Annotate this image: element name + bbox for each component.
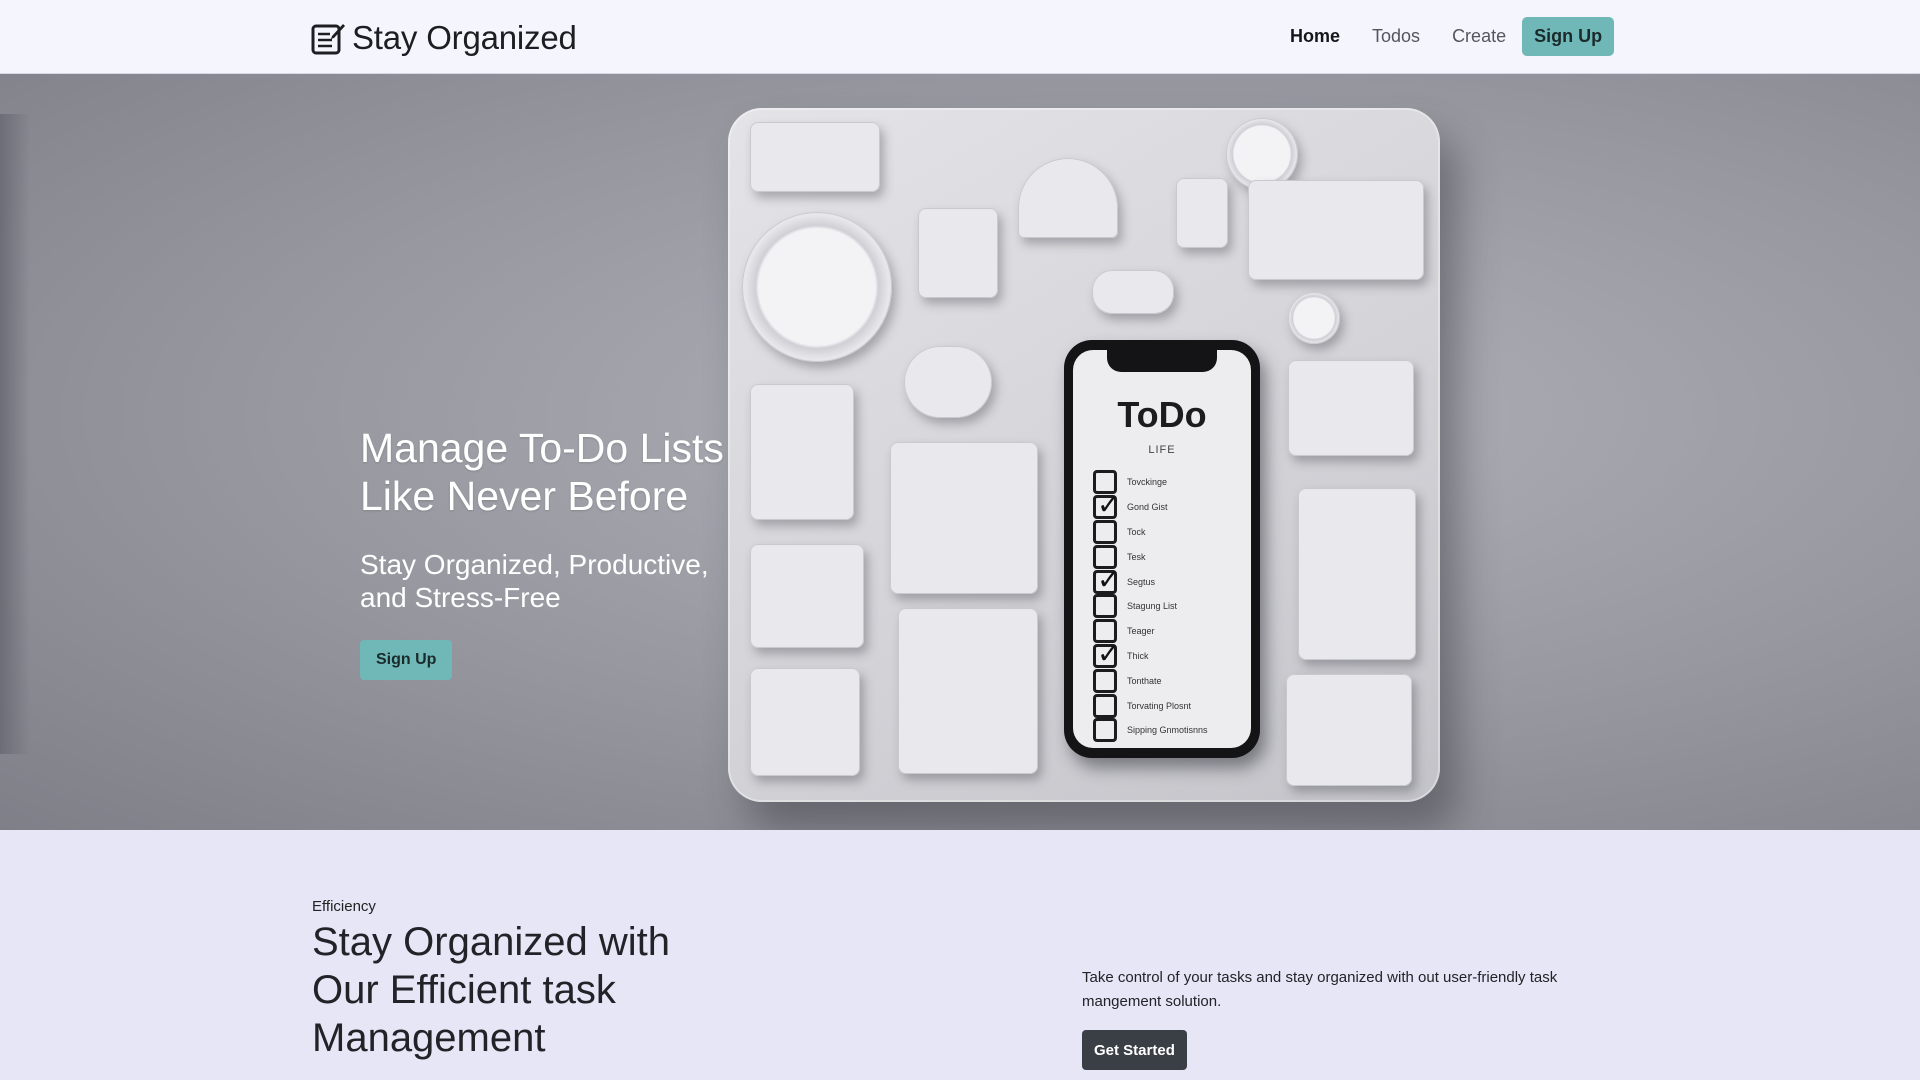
hero-copy: Manage To-Do Lists Like Never Before Sta… — [360, 424, 760, 680]
phone-todo-item-text: Stagung List — [1127, 601, 1178, 612]
phone-todo-item-text: Thick — [1127, 650, 1149, 661]
phone-todo-item: Sipping Gnmotisnns — [1093, 718, 1241, 743]
phone-todo-subtitle: LIFE — [1148, 444, 1176, 456]
folded-paper-object — [1286, 674, 1412, 786]
phone-todo-item: Gond Gist — [1093, 488, 1241, 521]
notepad-object — [750, 384, 854, 520]
paperclips-object — [750, 668, 860, 776]
truck-object — [1248, 180, 1424, 280]
small-phone-object — [1176, 178, 1228, 248]
hero-signup-button[interactable]: Sign Up — [360, 640, 453, 680]
efficiency-section: Efficiency Stay Organized with Our Effic… — [0, 830, 1920, 1080]
unchecked-box-icon — [1093, 594, 1117, 619]
phone-todo-item-text: Tock — [1127, 526, 1146, 537]
shopping-cart-object — [1288, 360, 1414, 456]
umbrella-object — [1018, 158, 1118, 238]
section-eyebrow: Efficiency — [312, 898, 376, 915]
brand-logo[interactable]: Stay Organized — [310, 18, 577, 58]
phone-todo-item-text: Tovckinge — [1127, 477, 1168, 488]
hero-illustration: ToDo LIFE Tovckinge Gond Gist Tock Tesk Segt… — [728, 108, 1440, 802]
wall-clock-object — [742, 212, 892, 362]
nav-signup-button[interactable]: Sign Up — [1522, 16, 1615, 56]
clipboard-object — [1298, 488, 1416, 660]
phone-todo-item: Thick — [1093, 637, 1241, 670]
notepad-pen-icon — [311, 24, 345, 55]
nav-link-home[interactable]: Home — [1290, 26, 1340, 47]
phone-todo-item: Tock — [1093, 519, 1241, 545]
phone-todo-item: Stagung List — [1093, 594, 1241, 619]
car-object — [1092, 270, 1174, 314]
unchecked-box-icon — [1093, 519, 1117, 544]
calendar-object — [750, 544, 864, 648]
phone-todo-item-text: Sipping Gnmotisnns — [1127, 725, 1208, 736]
hero-edge-shadow — [0, 114, 30, 754]
phone-todo-item-text: Tonthate — [1127, 675, 1162, 686]
nav-links: Home Todos Create Sign Up — [1290, 16, 1615, 56]
spiral-notepad-object — [890, 442, 1038, 594]
section-title: Stay Organized with Our Efficient task M… — [312, 920, 670, 1060]
unchecked-box-icon — [1093, 668, 1117, 693]
nav-link-todos[interactable]: Todos — [1372, 26, 1420, 47]
phone-todo-list: Tovckinge Gond Gist Tock Tesk Segtus Stagung … — [1093, 470, 1241, 743]
cloud-toy-object — [904, 346, 992, 418]
phone-todo-item-text: Torvating Plosnt — [1127, 700, 1192, 711]
phone-todo-item-text: Teager — [1127, 626, 1155, 637]
phone-todo-item: Tonthate — [1093, 668, 1241, 693]
mini-todo-card-object — [898, 608, 1038, 774]
get-started-button[interactable]: Get Started — [1082, 1030, 1187, 1070]
phone-todo-item: Torvating Plosnt — [1093, 693, 1241, 718]
top-navbar: Stay Organized Home Todos Create Sign Up — [0, 0, 1920, 74]
phone-screen: ToDo LIFE Tovckinge Gond Gist Tock Tesk Segt… — [1073, 350, 1251, 748]
phone-todo-title: ToDo — [1117, 394, 1207, 435]
camera-object — [750, 122, 880, 192]
checked-box-icon — [1093, 637, 1120, 670]
phone-notch — [1107, 350, 1217, 372]
phone-todo-item: Segtus — [1093, 563, 1241, 596]
section-description: Take control of your tasks and stay orga… — [1082, 969, 1558, 1010]
unchecked-box-icon — [1093, 718, 1117, 743]
small-clock-object — [1288, 292, 1340, 344]
nav-link-create[interactable]: Create — [1452, 26, 1506, 47]
photo-frame-object — [918, 208, 998, 298]
unchecked-box-icon — [1093, 693, 1117, 718]
phone-todo-item-text: Tesk — [1127, 551, 1146, 562]
phone-todo-item-text: Segtus — [1127, 576, 1156, 587]
todo-phone-mockup: ToDo LIFE Tovckinge Gond Gist Tock Tesk Segt… — [1064, 340, 1260, 758]
hero-section: ToDo LIFE Tovckinge Gond Gist Tock Tesk Segt… — [0, 74, 1920, 830]
hero-title: Manage To-Do Lists Like Never Before — [360, 425, 724, 519]
phone-todo-item-text: Gond Gist — [1127, 502, 1168, 513]
hero-subtitle: Stay Organized, Productive, and Stress-F… — [360, 549, 709, 613]
brand-name: Stay Organized — [352, 19, 577, 56]
checked-box-icon — [1093, 563, 1120, 596]
checked-box-icon — [1093, 488, 1120, 521]
